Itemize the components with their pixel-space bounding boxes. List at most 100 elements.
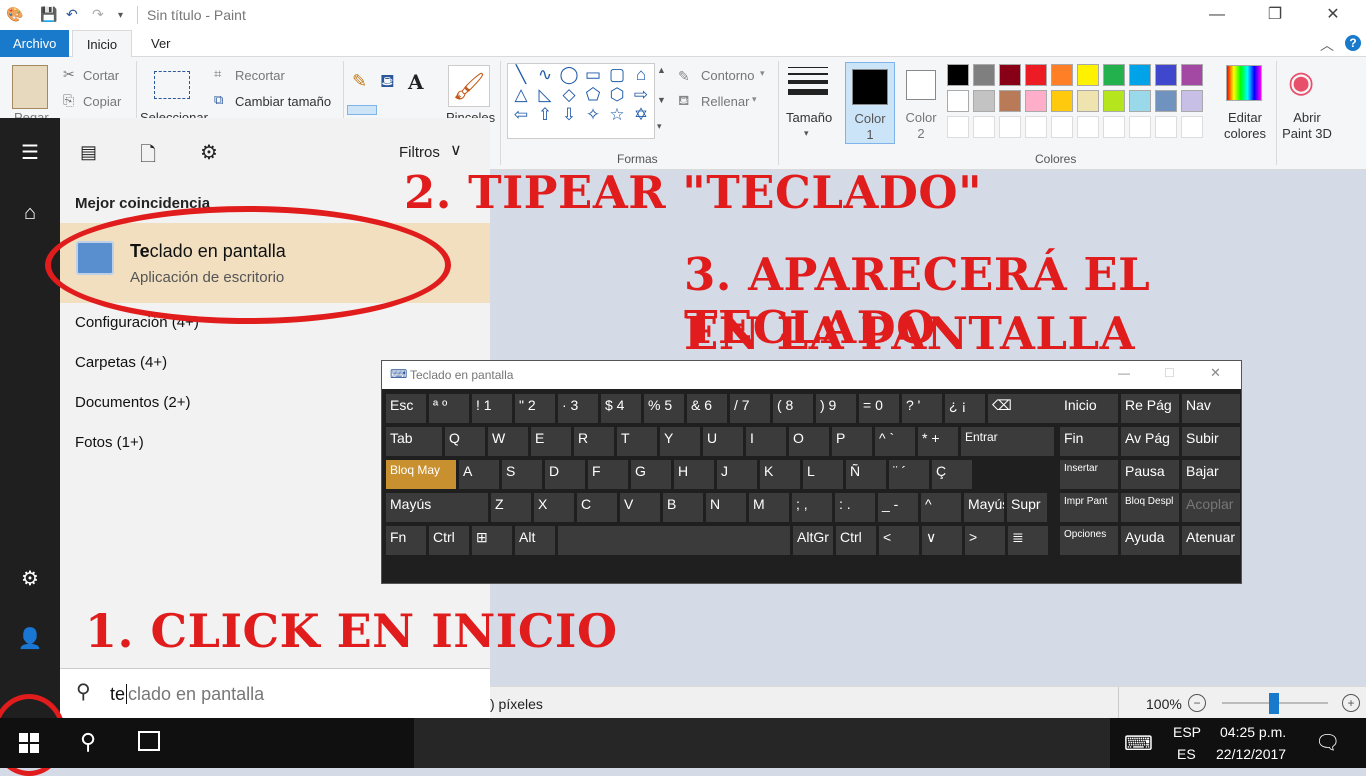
osk-key[interactable]: < <box>879 526 919 555</box>
osk-key[interactable]: F <box>588 460 628 489</box>
palette-swatch[interactable] <box>1025 90 1047 112</box>
osk-key[interactable]: ? ' <box>902 394 942 423</box>
clock-date[interactable]: 22/12/2017 <box>1216 746 1286 762</box>
color2-button[interactable]: Color 2 <box>898 62 944 144</box>
windows-start-icon[interactable] <box>19 733 39 753</box>
osk-key[interactable]: L <box>803 460 843 489</box>
osk-key[interactable]: M <box>749 493 789 522</box>
osk-key[interactable]: * + <box>918 427 958 456</box>
hamburger-menu-icon[interactable]: ☰ <box>0 140 60 165</box>
paint3d-icon[interactable]: ◉ <box>1288 65 1314 100</box>
osk-key[interactable]: Alt <box>515 526 555 555</box>
osk-key[interactable]: ⊞ <box>472 526 512 555</box>
task-view-icon[interactable] <box>138 731 160 751</box>
cut-button[interactable]: Cortar <box>83 68 119 83</box>
palette-swatch[interactable] <box>973 64 995 86</box>
osk-key[interactable]: Ñ <box>846 460 886 489</box>
curve-shape-icon[interactable]: ∿ <box>533 65 557 85</box>
tab-ver[interactable]: Ver <box>138 30 184 57</box>
copy-button[interactable]: Copiar <box>83 94 121 109</box>
osk-key[interactable]: % 5 <box>644 394 684 423</box>
search-input[interactable]: te clado en pantalla <box>110 684 264 705</box>
osk-nav-key[interactable]: Nav <box>1182 394 1240 423</box>
palette-swatch[interactable] <box>947 116 969 138</box>
osk-nav-key[interactable]: Pausa <box>1121 460 1179 489</box>
palette-swatch[interactable] <box>1129 90 1151 112</box>
osk-nav-key[interactable]: Av Pág <box>1121 427 1179 456</box>
osk-nav-key[interactable]: Acoplar <box>1182 493 1240 522</box>
osk-key[interactable]: Ç <box>932 460 972 489</box>
osk-key[interactable]: Mayús <box>964 493 1004 522</box>
osk-key[interactable]: J <box>717 460 757 489</box>
language-code[interactable]: ESP <box>1173 724 1201 740</box>
redo-icon[interactable]: ↷ <box>92 6 104 24</box>
copy-icon[interactable]: ⎘ <box>63 92 74 109</box>
osk-nav-key[interactable]: Fin <box>1060 427 1118 456</box>
six-point-star-shape-icon[interactable]: ✡ <box>629 105 653 125</box>
settings-filter-icon[interactable]: ⚙ <box>200 140 218 165</box>
osk-key[interactable]: Entrar <box>961 427 1054 456</box>
palette-swatch[interactable] <box>1129 116 1151 138</box>
osk-key[interactable]: R <box>574 427 614 456</box>
shapes-gallery[interactable]: ╲ ∿ ◯ ▭ ▢ ⌂ △ ◺ ◇ ⬠ ⬡ ⇨ ⇦ ⇧ ⇩ ✧ ☆ ✡ <box>507 63 655 139</box>
polygon-shape-icon[interactable]: ⌂ <box>629 65 653 85</box>
palette-swatch[interactable] <box>999 116 1021 138</box>
tab-archivo[interactable]: Archivo <box>0 30 70 57</box>
osk-key[interactable]: K <box>760 460 800 489</box>
osk-key[interactable]: $ 4 <box>601 394 641 423</box>
palette-swatch[interactable] <box>1051 90 1073 112</box>
palette-swatch[interactable] <box>1077 90 1099 112</box>
collapse-ribbon-icon[interactable]: ︿ <box>1320 35 1334 55</box>
osk-nav-key[interactable]: Insertar <box>1060 460 1118 489</box>
osk-key[interactable]: W <box>488 427 528 456</box>
palette-swatch[interactable] <box>1103 64 1125 86</box>
palette-swatch[interactable] <box>1077 116 1099 138</box>
palette-swatch[interactable] <box>1129 64 1151 86</box>
osk-maximize-button[interactable]: ☐ <box>1164 366 1175 380</box>
osk-key[interactable]: H <box>674 460 714 489</box>
osk-key[interactable]: T <box>617 427 657 456</box>
shapes-scroll-down-icon[interactable]: ▼ <box>657 95 666 105</box>
palette-swatch[interactable] <box>947 64 969 86</box>
shapes-expand-icon[interactable]: ▾ <box>657 121 662 132</box>
osk-key[interactable]: C <box>577 493 617 522</box>
close-button[interactable]: ✕ <box>1310 2 1356 28</box>
palette-swatch[interactable] <box>1155 116 1177 138</box>
osk-key[interactable]: Fn <box>386 526 426 555</box>
osk-key[interactable]: V <box>620 493 660 522</box>
osk-nav-key[interactable]: Bloq Despl <box>1121 493 1179 522</box>
palette-swatch[interactable] <box>1155 90 1177 112</box>
osk-key[interactable]: N <box>706 493 746 522</box>
osk-key[interactable] <box>558 526 790 555</box>
osk-key[interactable]: > <box>965 526 1005 555</box>
undo-icon[interactable]: ↶ <box>66 6 78 24</box>
palette-swatch[interactable] <box>999 64 1021 86</box>
clock-time[interactable]: 04:25 p.m. <box>1220 724 1286 740</box>
osk-nav-key[interactable]: Ayuda <box>1121 526 1179 555</box>
notifications-icon[interactable]: 🗨 <box>1315 730 1340 755</box>
fill-icon[interactable]: ⛾ <box>678 92 689 111</box>
palette-swatch[interactable] <box>1155 64 1177 86</box>
osk-close-button[interactable]: ✕ <box>1210 365 1221 381</box>
palette-swatch[interactable] <box>1103 90 1125 112</box>
osk-key[interactable]: D <box>545 460 585 489</box>
four-point-star-shape-icon[interactable]: ✧ <box>581 105 605 125</box>
help-icon[interactable]: ? <box>1345 35 1361 51</box>
osk-key[interactable]: U <box>703 427 743 456</box>
left-arrow-shape-icon[interactable]: ⇦ <box>509 105 533 125</box>
scissors-icon[interactable]: ✂ <box>63 66 75 83</box>
palette-swatch[interactable] <box>1025 116 1047 138</box>
osk-key[interactable]: AltGr <box>793 526 833 555</box>
osk-key[interactable]: · 3 <box>558 394 598 423</box>
documents-filter-icon[interactable]: 🗋 <box>140 140 156 174</box>
minimize-button[interactable]: — <box>1194 2 1240 28</box>
eraser-icon[interactable] <box>347 105 377 115</box>
select-icon[interactable] <box>154 71 190 99</box>
crop-button[interactable]: Recortar <box>235 68 285 83</box>
open-paint3d-button[interactable]: Abrir Paint 3D <box>1281 110 1333 142</box>
osk-nav-key[interactable]: Subir <box>1182 427 1240 456</box>
text-tool-icon[interactable]: A <box>408 70 424 94</box>
palette-swatch[interactable] <box>1077 64 1099 86</box>
osk-minimize-button[interactable]: — <box>1118 366 1130 380</box>
fill-dropdown[interactable]: Rellenar <box>701 94 749 109</box>
